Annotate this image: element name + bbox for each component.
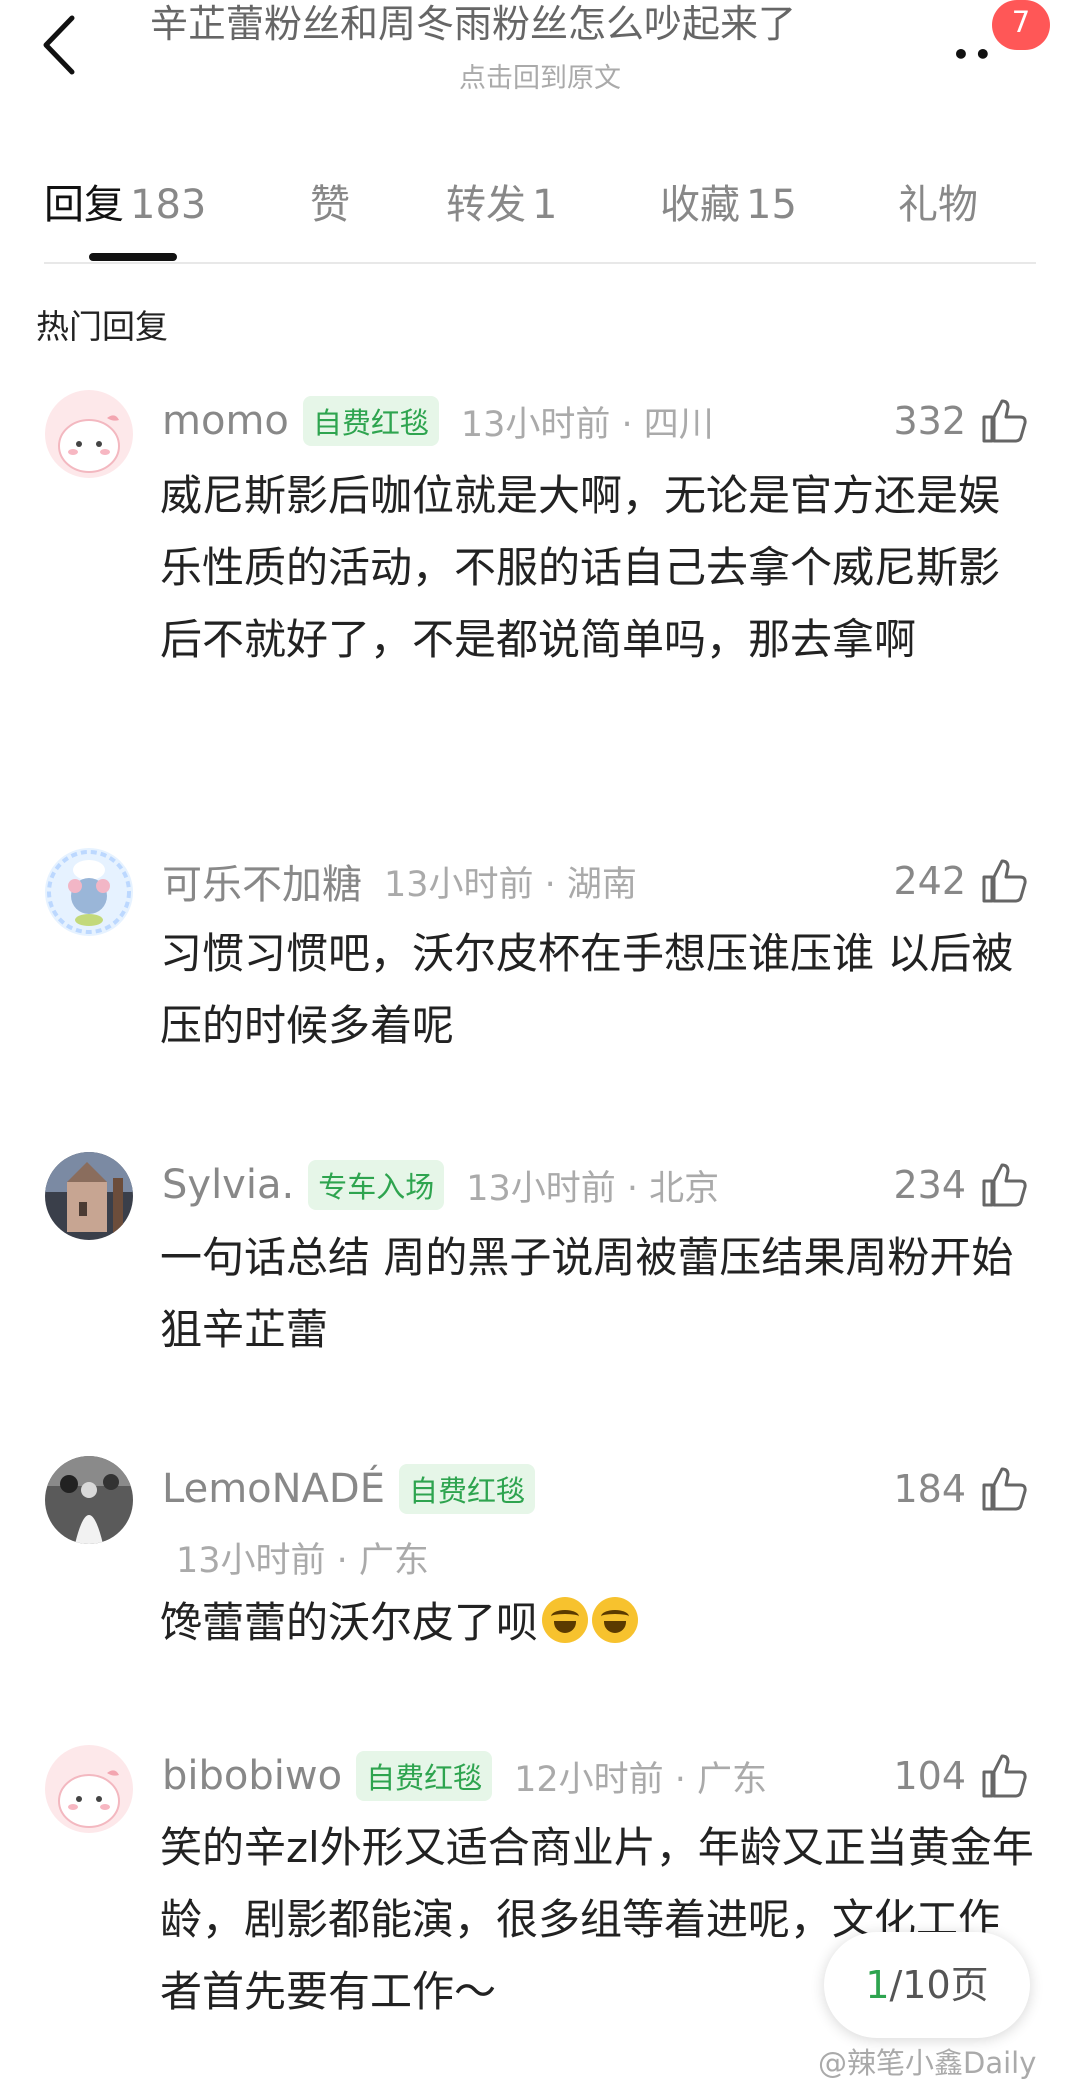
avatar[interactable] bbox=[45, 1456, 133, 1544]
notification-badge[interactable]: 7 bbox=[992, 0, 1050, 50]
total-pages: /10页 bbox=[889, 1963, 989, 2007]
thumbs-up-icon bbox=[982, 859, 1027, 903]
tab-label: 礼物 bbox=[898, 182, 978, 228]
like-button[interactable]: 242 bbox=[893, 851, 1028, 911]
like-button[interactable]: 332 bbox=[893, 391, 1028, 451]
username[interactable]: momo bbox=[162, 398, 289, 444]
username[interactable]: LemoNADÉ bbox=[162, 1466, 385, 1512]
tab-label: 赞 bbox=[310, 182, 350, 228]
comment-text: 威尼斯影后咖位就是大啊，无论是官方还是娱乐性质的活动，不服的话自己去拿个威尼斯影… bbox=[160, 471, 1001, 664]
user-tag: 自费红毯 bbox=[356, 1751, 493, 1801]
current-page: 1 bbox=[865, 1963, 890, 2007]
like-button[interactable]: 104 bbox=[893, 1746, 1028, 1806]
tab-favorites[interactable]: 收藏 15 bbox=[660, 172, 797, 230]
username[interactable]: bibobiwo bbox=[162, 1753, 342, 1799]
timestamp-location: 12小时前 · 广东 bbox=[514, 1759, 767, 1800]
watermark: @辣笔小鑫Daily bbox=[818, 2046, 1037, 2080]
like-button[interactable]: 234 bbox=[893, 1155, 1028, 1215]
tab-label: 转发 bbox=[446, 182, 526, 228]
timestamp-location: 13小时前 · 北京 bbox=[466, 1168, 720, 1209]
rofl-emoji-icon bbox=[592, 1597, 639, 1643]
username[interactable]: 可乐不加糖 bbox=[162, 852, 362, 910]
avatar[interactable] bbox=[45, 390, 133, 478]
tab-count: 183 bbox=[130, 182, 207, 228]
tab-likes[interactable]: 赞 bbox=[310, 172, 350, 230]
comment-meta: bibobiwo 自费红毯 12小时前 · 广东 bbox=[162, 1746, 767, 1806]
comment-text: 习惯习惯吧，沃尔皮杯在手想压谁压谁 以后被压的时候多着呢 bbox=[160, 929, 1014, 1050]
top-bar: 辛芷蕾粉丝和周冬雨粉丝怎么吵起来了 点击回到原文 •• 7 bbox=[0, 0, 1080, 110]
like-button[interactable]: 184 bbox=[893, 1459, 1028, 1519]
back-to-original-link[interactable]: 点击回到原文 bbox=[0, 56, 1080, 95]
user-tag: 自费红毯 bbox=[399, 1464, 536, 1514]
timestamp-location: 13小时前 · 广东 bbox=[176, 1541, 429, 1581]
active-tab-indicator bbox=[89, 253, 177, 261]
timestamp-location: 13小时前 · 湖南 bbox=[384, 864, 637, 905]
thumbs-up-icon bbox=[982, 399, 1027, 443]
comment-text: 馋蕾蕾的沃尔皮了呗 bbox=[160, 1587, 1040, 1659]
post-title[interactable]: 辛芷蕾粉丝和周冬雨粉丝怎么吵起来了 bbox=[150, 0, 950, 48]
user-tag: 专车入场 bbox=[308, 1160, 445, 1210]
rofl-emoji-icon bbox=[542, 1597, 589, 1643]
avatar[interactable] bbox=[45, 1152, 133, 1240]
tab-label: 回复 bbox=[44, 182, 124, 228]
tabs-divider bbox=[44, 262, 1036, 264]
like-count: 234 bbox=[893, 1163, 966, 1207]
hot-replies-heading: 热门回复 bbox=[36, 307, 168, 346]
like-count: 104 bbox=[893, 1754, 966, 1798]
like-count: 332 bbox=[893, 399, 966, 443]
thumbs-up-icon bbox=[982, 1467, 1027, 1511]
comment-text: 一句话总结 周的黑子说周被蕾压结果周粉开始狙辛芷蕾 bbox=[160, 1233, 1014, 1354]
more-options-icon[interactable]: •• bbox=[952, 38, 996, 71]
like-count: 242 bbox=[893, 859, 966, 903]
comment-text-content: 馋蕾蕾的沃尔皮了呗 bbox=[160, 1598, 539, 1647]
tab-label: 收藏 bbox=[660, 182, 740, 228]
username[interactable]: Sylvia. bbox=[162, 1162, 294, 1208]
tab-count: 1 bbox=[532, 182, 558, 228]
tab-gifts[interactable]: 礼物 bbox=[898, 172, 978, 230]
timestamp-location: 13小时前 · 四川 bbox=[460, 404, 714, 445]
page-indicator[interactable]: 1/10页 bbox=[824, 1932, 1030, 2038]
user-tag: 自费红毯 bbox=[302, 396, 439, 446]
tab-count: 15 bbox=[746, 182, 797, 228]
comment-meta: LemoNADÉ 自费红毯 bbox=[162, 1459, 536, 1519]
thumbs-up-icon bbox=[982, 1163, 1027, 1207]
comment-meta: momo 自费红毯 13小时前 · 四川 bbox=[162, 391, 714, 451]
like-count: 184 bbox=[893, 1467, 966, 1511]
comment-meta: 可乐不加糖 13小时前 · 湖南 bbox=[162, 851, 637, 911]
comment-meta: Sylvia. 专车入场 13小时前 · 北京 bbox=[162, 1155, 719, 1215]
avatar[interactable] bbox=[45, 848, 133, 936]
tab-replies[interactable]: 回复 183 bbox=[44, 172, 206, 230]
tab-reposts[interactable]: 转发 1 bbox=[446, 172, 557, 230]
avatar[interactable] bbox=[45, 1745, 133, 1833]
thumbs-up-icon bbox=[982, 1754, 1027, 1798]
